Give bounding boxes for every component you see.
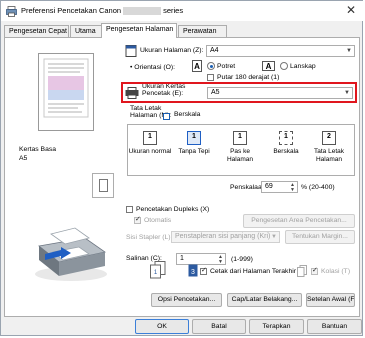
portrait-label: Potret bbox=[217, 63, 236, 70]
layout-option-caption: Tata Letak Halaman bbox=[314, 148, 344, 163]
portrait-orientation-icon: A bbox=[192, 60, 202, 72]
help-button[interactable]: Bantuan bbox=[307, 319, 362, 334]
layout-option-normal[interactable]: 1 Ukuran normal bbox=[128, 129, 172, 171]
duplex-label: Pencetakan Dupleks (X) bbox=[136, 206, 210, 213]
auto-duplex-label: Otomatis bbox=[144, 217, 172, 224]
fit-to-page-icon: 1 bbox=[233, 131, 247, 145]
printer-app-icon bbox=[6, 6, 17, 17]
window-title: Preferensi Pencetakan Canon series bbox=[21, 6, 184, 16]
rotate-180-checkbox[interactable] bbox=[207, 74, 214, 81]
scaling-value: 69 bbox=[265, 183, 273, 190]
stapling-side-value: Penstapleran sisi panjang (Kri) bbox=[175, 233, 271, 240]
media-type-label: Kertas Basa bbox=[19, 146, 57, 153]
normal-size-icon: 1 bbox=[143, 131, 157, 145]
layout-option-fit-to-page[interactable]: 1 Pas ke Halaman bbox=[218, 129, 262, 171]
model-name-redacted bbox=[123, 7, 162, 16]
highlight-box bbox=[121, 82, 357, 103]
copies-range: (1-999) bbox=[231, 256, 253, 263]
stamp-background-button[interactable]: Cap/Latar Belakang... bbox=[227, 293, 302, 307]
page-layout-focus-marker bbox=[163, 113, 170, 120]
page-size-select[interactable]: A4 ▼ bbox=[206, 45, 355, 57]
stapling-side-select[interactable]: Penstapleran sisi panjang (Kri) ▼ bbox=[171, 231, 280, 243]
window-title-suffix: series bbox=[163, 6, 184, 15]
page-size-icon bbox=[125, 45, 137, 57]
apply-button[interactable]: Terapkan bbox=[249, 319, 304, 334]
print-area-setup-button[interactable]: Pengesetan Area Pencetakan... bbox=[243, 214, 355, 228]
copies-input[interactable]: 1 ▲ ▼ bbox=[176, 253, 226, 265]
orientation-label: • Orientasi (O): bbox=[130, 64, 176, 71]
close-icon[interactable]: ✕ bbox=[344, 3, 358, 17]
chevron-down-icon: ▼ bbox=[346, 48, 352, 54]
orientation-label-text: Orientasi (O): bbox=[134, 64, 176, 71]
spinner-icon: ▲ ▼ bbox=[218, 253, 223, 265]
paper-orientation-button[interactable] bbox=[92, 173, 114, 198]
print-last-page-first-label: Cetak dari Halaman Terakhir (R) bbox=[210, 268, 308, 275]
duplex-checkbox[interactable] bbox=[126, 206, 133, 213]
rotate-180-label: Putar 180 derajat (1) bbox=[217, 74, 280, 81]
collate-label: Kolasi (T) bbox=[321, 268, 351, 275]
tab-quick-setup[interactable]: Pengesetan Cepat bbox=[4, 25, 69, 37]
tab-page-setup[interactable]: Pengesetan Halaman bbox=[101, 23, 177, 38]
page-order-icon: 3 bbox=[188, 264, 198, 277]
copies-value: 1 bbox=[180, 255, 184, 262]
specify-margin-button[interactable]: Tentukan Margin... bbox=[285, 230, 355, 244]
page-layout-label-line1: Tata Letak bbox=[130, 105, 162, 112]
chevron-down-icon: ▼ bbox=[271, 234, 277, 240]
layout-option-caption: Pas ke Halaman bbox=[226, 148, 253, 163]
page-layout-icon: 2 bbox=[322, 131, 336, 145]
print-options-button[interactable]: Opsi Pencetakan... bbox=[151, 293, 222, 307]
window-title-prefix: Preferensi Pencetakan Canon bbox=[21, 6, 122, 15]
borderless-icon: 1 bbox=[187, 131, 201, 145]
tab-main[interactable]: Utama bbox=[70, 25, 102, 37]
scaling-range: % (20-400) bbox=[301, 184, 335, 191]
page-preview bbox=[38, 53, 94, 131]
copies-icon: 1 bbox=[150, 261, 166, 279]
layout-option-borderless[interactable]: 1 Tanpa Tepi bbox=[172, 129, 216, 171]
landscape-orientation-icon: A bbox=[262, 61, 275, 71]
collate-checkbox[interactable] bbox=[311, 266, 318, 275]
svg-text:3: 3 bbox=[191, 269, 195, 276]
page-size-label: Ukuran Halaman (Z): bbox=[140, 47, 204, 54]
layout-option-scaled[interactable]: 1 Berskala bbox=[264, 129, 308, 171]
tab-maintenance[interactable]: Perawatan bbox=[178, 25, 227, 37]
cancel-button[interactable]: Batal bbox=[192, 319, 246, 334]
layout-option-caption: Tanpa Tepi bbox=[178, 148, 210, 155]
media-size-label: A5 bbox=[19, 155, 28, 162]
page-size-value: A4 bbox=[210, 47, 219, 54]
layout-option-page-layout[interactable]: 2 Tata Letak Halaman bbox=[307, 129, 351, 171]
page-layout-current: Berskala bbox=[174, 111, 201, 118]
spinner-icon: ▲ ▼ bbox=[290, 181, 295, 193]
landscape-label: Lanskap bbox=[290, 63, 316, 70]
printer-illustration bbox=[35, 227, 107, 281]
paper-sheet-icon bbox=[99, 179, 108, 192]
scaled-icon: 1 bbox=[279, 131, 293, 145]
auto-duplex-checkbox[interactable] bbox=[134, 215, 141, 224]
ok-button[interactable]: OK bbox=[135, 319, 189, 334]
stapling-side-label: Sisi Stapler (L): bbox=[126, 234, 173, 241]
landscape-radio[interactable] bbox=[280, 62, 288, 70]
title-bar: Preferensi Pencetakan Canon series ✕ bbox=[1, 1, 364, 21]
layout-option-caption: Berskala bbox=[273, 148, 299, 155]
defaults-button[interactable]: Setelan Awal (F) bbox=[306, 293, 355, 307]
layout-option-caption: Ukuran normal bbox=[128, 148, 172, 155]
collate-icon bbox=[297, 265, 307, 277]
portrait-radio[interactable] bbox=[207, 62, 215, 70]
print-preferences-window: Preferensi Pencetakan Canon series ✕ Peng… bbox=[0, 0, 364, 336]
scaling-input[interactable]: 69 ▲ ▼ bbox=[261, 181, 298, 193]
print-last-page-first-checkbox[interactable] bbox=[200, 266, 207, 275]
